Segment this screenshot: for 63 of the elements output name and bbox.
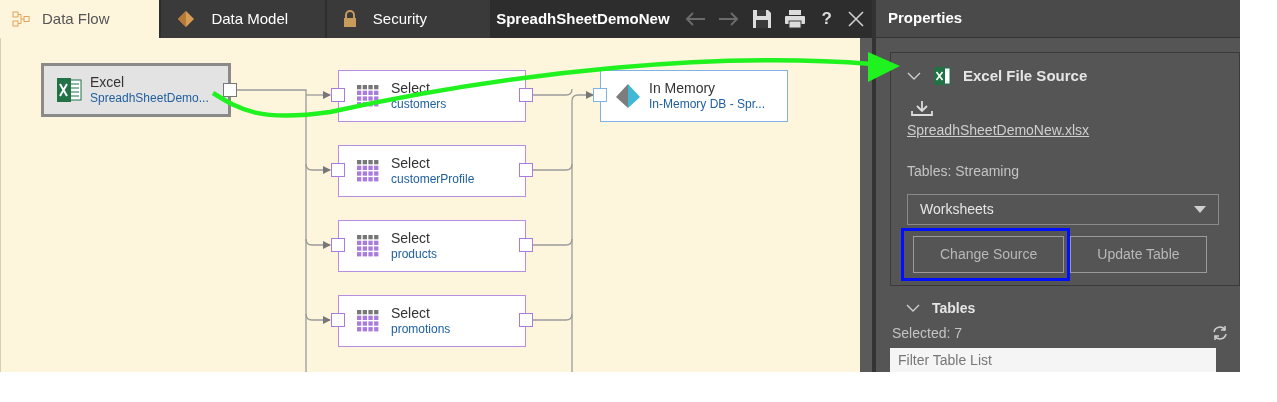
file-link[interactable]: SpreadhSheetDemoNew.xlsx [907,119,1090,141]
save-icon [751,9,772,29]
node-subtitle: customers [391,96,447,112]
output-port[interactable] [519,88,533,102]
node-title: Select [391,230,431,246]
select-node[interactable]: Select products [338,220,526,272]
grid-icon [357,310,379,332]
tab[interactable]: Security [326,0,491,38]
node-title: In Memory [649,80,717,96]
select-node[interactable]: Select customerProfile [338,145,526,197]
section-title: Tables [932,298,976,318]
panel-title: Properties [888,8,963,29]
node-title: Select [391,80,431,96]
node-subtitle: products [391,246,438,262]
lock-icon [342,10,357,28]
refresh-icon [1212,325,1228,341]
document-title: SpreadhSheetDemoNew [496,8,670,29]
node-subtitle: promotions [391,321,451,337]
spreadsheet-icon [56,77,82,103]
worksheets-dropdown[interactable]: Worksheets [907,193,1219,225]
grid-icon [357,85,379,107]
back-arrow-icon [683,11,706,27]
input-port[interactable] [331,238,345,252]
prism-icon [615,83,641,109]
button[interactable]: Update Table [1070,235,1207,273]
chevron-down-icon[interactable] [906,303,920,313]
flow-icon [12,11,30,27]
caret-icon [1194,205,1206,213]
button[interactable]: Change Source [913,235,1065,273]
forward-arrow-icon [717,11,740,27]
node-title: Select [391,155,431,171]
select-node[interactable]: Select promotions [338,295,526,347]
input-port[interactable] [331,88,345,102]
output-port[interactable] [223,83,237,97]
chevron-down-icon[interactable] [907,71,921,82]
node-subtitle: SpreadhSheetDemo... [90,90,209,106]
download-icon [911,99,933,116]
target-node[interactable]: In Memory In-Memory DB - Spr... [600,70,788,122]
source-node[interactable]: Excel SpreadhSheetDemo... [41,63,231,117]
help-button[interactable]: ? [817,6,836,32]
grid-icon [357,160,379,182]
output-port[interactable] [519,313,533,327]
tab[interactable]: Data Model [161,0,325,38]
grid-icon [357,235,379,257]
input-port[interactable] [593,88,607,102]
section-title: Excel File Source [963,66,1088,86]
field-label: Tables: Streaming [907,161,1021,181]
output-port[interactable] [519,163,533,177]
node-subtitle: customerProfile [391,171,475,187]
tab[interactable]: Data Flow [0,0,160,38]
diamond-icon [177,10,196,28]
input-port[interactable] [331,163,345,177]
output-port[interactable] [519,238,533,252]
node-title: Excel [90,74,126,90]
close-icon [848,11,864,27]
node-title: Select [391,305,431,321]
print-icon [783,9,806,29]
input-port[interactable] [331,313,345,327]
node-subtitle: In-Memory DB - Spr... [649,96,766,112]
spreadsheet-icon [933,66,951,87]
filter-field[interactable]: Filter Table List [890,347,1216,372]
selected-count: Selected: 7 [892,323,963,343]
scrollbar[interactable] [860,38,872,372]
